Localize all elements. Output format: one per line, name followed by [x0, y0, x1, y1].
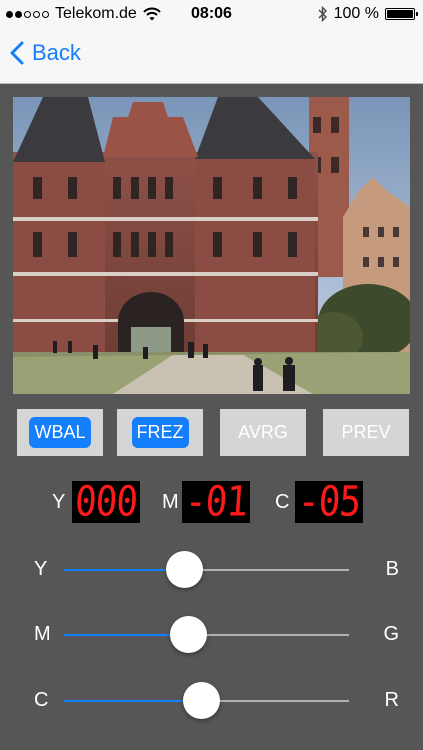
- slider-row-mg: M G: [0, 615, 423, 655]
- bluetooth-icon: [318, 6, 327, 22]
- chevron-left-icon: [10, 41, 24, 65]
- status-right: 100 %: [318, 5, 418, 23]
- slider-cr-left-label: C: [34, 689, 49, 711]
- slider-yb-thumb[interactable]: [165, 551, 203, 588]
- slider-yb-left-label: Y: [34, 558, 48, 580]
- slider-cr-thumb[interactable]: [182, 682, 220, 719]
- frez-button[interactable]: FREZ: [117, 409, 203, 456]
- readout-y: Y 000: [52, 478, 140, 526]
- slider-mg-track[interactable]: [64, 616, 349, 653]
- slider-mg-right-label: G: [383, 623, 399, 645]
- back-button[interactable]: Back: [10, 40, 81, 66]
- back-label: Back: [32, 40, 81, 65]
- readout-m-value: -01: [183, 478, 249, 526]
- readout-c-value: -05: [296, 478, 362, 526]
- slider-yb-track[interactable]: [64, 551, 349, 588]
- readout-c-letter: C: [275, 490, 290, 513]
- prev-button-label: PREV: [341, 422, 391, 442]
- camera-preview-image: [13, 97, 410, 394]
- wbal-button[interactable]: WBAL: [17, 409, 103, 456]
- battery-percent: 100 %: [333, 5, 379, 22]
- slider-cr-right-label: R: [384, 689, 399, 711]
- slider-row-yb: Y B: [0, 550, 423, 590]
- slider-cr-fill: [64, 700, 201, 702]
- battery-icon: [385, 8, 418, 20]
- slider-mg-thumb[interactable]: [169, 616, 207, 653]
- status-bar: Telekom.de 08:06 100 %: [0, 0, 423, 28]
- slider-row-cr: C R: [0, 681, 423, 721]
- readout-y-value: 000: [73, 478, 139, 526]
- readout-y-letter: Y: [52, 490, 66, 513]
- navigation-bar: Back: [0, 28, 423, 84]
- prev-button[interactable]: PREV: [323, 409, 409, 456]
- readout-m: M -01: [162, 478, 250, 526]
- readout-y-display: 000: [72, 478, 140, 526]
- battery-level: [387, 10, 413, 18]
- avrg-button[interactable]: AVRG: [220, 409, 306, 456]
- avrg-button-label: AVRG: [238, 422, 288, 442]
- wbal-button-label: WBAL: [29, 417, 91, 448]
- readout-m-letter: M: [162, 490, 179, 513]
- slider-yb-right-label: B: [385, 558, 399, 580]
- slider-mg-left-label: M: [34, 623, 51, 645]
- readout-c-display: -05: [295, 478, 363, 526]
- frez-button-label: FREZ: [131, 417, 189, 448]
- slider-cr-track[interactable]: [64, 682, 349, 719]
- readout-m-display: -01: [182, 478, 250, 526]
- readout-c: C -05: [275, 478, 363, 526]
